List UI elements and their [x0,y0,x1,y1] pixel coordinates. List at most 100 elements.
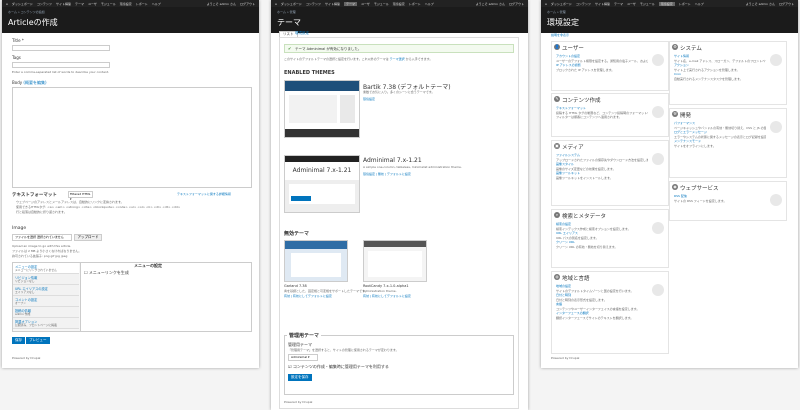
vtab-4[interactable]: 投稿の情報 admin 作成 [13,307,79,318]
toolbar-item[interactable]: モジュール [101,2,116,6]
toolbar-item[interactable]: レポート [679,2,691,6]
preview-button[interactable]: プレビュー [26,337,50,344]
breadcrumb[interactable]: ホーム » 管理 [547,10,792,14]
breadcrumb[interactable]: ホーム » 管理 [277,10,522,14]
save-button[interactable]: 保存 [12,337,25,344]
config-link[interactable]: RSS 配信 [674,194,766,198]
toolbar-home-icon[interactable]: ⌂ [275,2,277,6]
admin-theme-select[interactable]: Adminimal ▾ [288,354,318,361]
toolbar-item-active[interactable]: テーマ [343,1,357,6]
config-link[interactable]: メンテナンスモード [674,139,766,143]
toolbar-item[interactable]: ヘルプ [695,2,704,6]
upload-button[interactable]: アップロード [74,234,102,241]
toolbar-item[interactable]: 環境設定 [120,2,132,6]
config-desc: エラーやシステムの状態に関するメッセージの表示とログ記録を設定します。 [674,134,766,139]
toolbar-item[interactable]: モジュール [374,2,389,6]
theme-selector-link[interactable]: テーマ選択 [390,57,405,61]
vtab-5[interactable]: 掲載オプション 公開済み、フロントページに掲載 [13,318,79,329]
vtab-3[interactable]: コメントの設定 オープン [13,296,79,307]
body-textarea[interactable] [12,87,252,188]
image-help: ファイルは 2 MB より小さくなければなりません。 [12,249,82,253]
toolbar-item[interactable]: コンテンツ [576,2,591,6]
toolbar-logout[interactable]: ログアウト [779,2,794,6]
config-link[interactable]: IP アドレスの遮断 [556,63,648,67]
admin-toolbar: ⌂ ダッシュボード コンテンツ サイト構築 テーマ ユーザ モジュール 環境設定… [541,0,798,7]
toolbar-item[interactable]: ヘルプ [152,2,161,6]
adminimal-logo-text: Adminimal 7.x-1.21 [285,162,359,180]
toolbar-item[interactable]: ユーザ [627,2,636,6]
vtab-1[interactable]: リビジョン情報 リビジョンなし [13,274,79,285]
rootcandy-links[interactable]: 有効 | 有効にしてデフォルトに設定 [363,294,411,298]
watermark-icon [770,54,782,66]
tags-input[interactable] [12,62,110,68]
edit-summary-link[interactable]: (概要を編集) [23,80,46,85]
toolbar-item[interactable]: モジュール [640,2,655,6]
config-link[interactable]: 日付と時刻 [556,293,648,297]
garland-links[interactable]: 有効 | 有効にしてデフォルトに設定 [284,294,332,298]
config-link[interactable]: 地域の設定 [556,284,648,288]
config-link[interactable]: 言語 [556,302,648,306]
toolbar-item[interactable]: サイト構築 [325,2,340,6]
hide-descriptions-link[interactable]: 説明を非表示 [551,33,569,37]
rss-icon: ◉ [672,184,678,190]
toolbar-item[interactable]: ユーザ [361,2,370,6]
config-link[interactable]: アクション [674,63,766,67]
toolbar-item[interactable]: ダッシュボード [551,2,572,6]
config-link[interactable]: インターフェースの翻訳 [556,311,648,315]
tab-settings[interactable]: 環境設定 [295,31,309,36]
vtab-0[interactable]: メニューの設定 メニューにリンクされていません [13,263,79,274]
adminimal-links[interactable]: 環境設定 | 無効 | デフォルトに設定 [363,172,411,176]
toolbar-item[interactable]: コンテンツ [37,2,52,6]
breadcrumb[interactable]: ホーム » コンテンツの追加 [8,10,253,14]
config-link[interactable]: テキストフォーマット [556,106,648,110]
text-format-select[interactable]: Filtered HTML ▾ [68,191,93,201]
toolbar-item[interactable]: ダッシュボード [12,2,33,6]
config-link[interactable]: ファイルシステム [556,153,648,157]
toolbar-home-icon[interactable]: ⌂ [6,2,8,6]
toolbar-welcome[interactable]: ようこそ admin さん [207,2,236,6]
config-link[interactable]: アカウントの設定 [556,54,648,58]
save-configuration-button[interactable]: 設定を保存 [288,374,312,381]
toolbar-item[interactable]: サイト構築 [595,2,610,6]
config-link[interactable]: クリーン URL [556,240,648,244]
config-link[interactable]: サイト情報 [674,54,766,58]
node-admin-checkbox[interactable]: ☑ コンテンツの作成・編集時に管理用テーマを利用する [288,364,389,370]
toolbar-item[interactable]: レポート [136,2,148,6]
bartik-settings-link[interactable]: 環境設定 [363,97,375,101]
toolbar-logout[interactable]: ログアウト [240,2,255,6]
tags-label: Tags [12,55,21,60]
config-link[interactable]: URL エイリアス [556,231,648,235]
toolbar-logout[interactable]: ログアウト [509,2,524,6]
config-block-title: ウェブサービス [680,186,719,192]
toolbar-home-icon[interactable]: ⌂ [545,2,547,6]
toolbar-item[interactable]: ダッシュボード [281,2,302,6]
config-link[interactable]: Cron [674,72,766,76]
config-link[interactable]: パフォーマンス [674,121,766,125]
toolbar-welcome[interactable]: ようこそ admin さん [746,2,775,6]
toolbar-item-active[interactable]: 環境設定 [658,1,675,6]
toolbar-item[interactable]: ヘルプ [425,2,434,6]
config-link[interactable]: 画像スタイル [556,162,648,166]
config-link[interactable]: ログとエラーメッセージ [674,130,766,134]
config-link[interactable]: 検索の設定 [556,222,648,226]
toolbar-item[interactable]: ユーザ [88,2,97,6]
config-link[interactable]: 画像ツールキット [556,171,648,175]
toolbar-item[interactable]: テーマ [614,2,623,6]
toolbar-item[interactable]: テーマ [75,2,84,6]
config-block-title: 地域と言語 [562,276,590,282]
config-desc: サイトのデフォルトタイムゾーンと国の設定を行います。 [556,288,634,293]
toolbar-item[interactable]: サイト構築 [56,2,71,6]
themes-description-tail: から入手できます。 [404,57,433,61]
file-input[interactable]: ファイルを選択 選択されていません [12,234,72,241]
toolbar-item[interactable]: コンテンツ [306,2,321,6]
toolbar-welcome[interactable]: ようこそ admin さん [476,2,505,6]
config-desc: ブロックされた IP アドレスを管理します。 [556,67,615,72]
text-format-help-link[interactable]: テキストフォーマットに関する詳細情報 [177,192,231,196]
toolbar-item[interactable]: 環境設定 [393,2,405,6]
watermark-icon [652,153,664,165]
toolbar-item[interactable]: レポート [409,2,421,6]
menu-link-checkbox[interactable]: ☐ メニューリンクを生成 [84,270,129,276]
title-input[interactable] [12,45,110,51]
powered-by: Powered by Drupal [284,400,313,404]
vtab-2[interactable]: URL エイリアスの設定 エイリアスなし [13,285,79,296]
